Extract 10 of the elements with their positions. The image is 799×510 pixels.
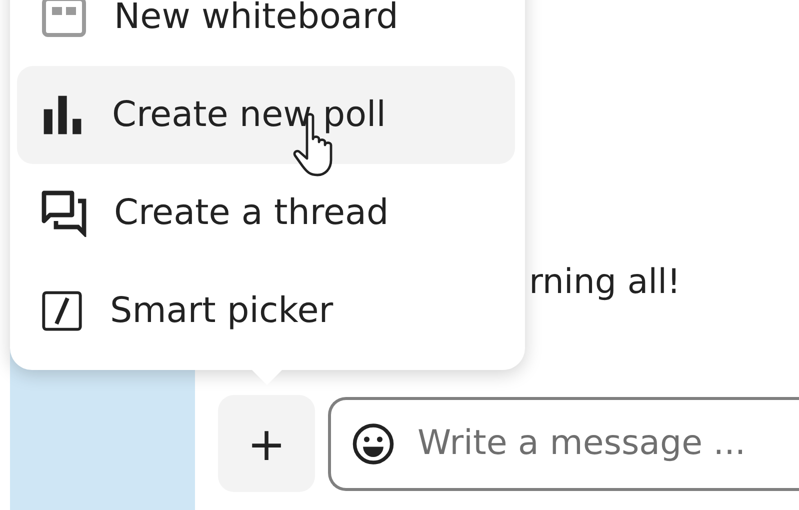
menu-item[interactable]: Create a thread (17, 164, 515, 262)
menu-item[interactable]: New whiteboard (17, 0, 515, 66)
message-text: rning all! (529, 262, 682, 303)
menu-item[interactable]: Create new poll (17, 66, 515, 164)
chat-bubbles-icon (40, 189, 88, 237)
menu-item[interactable]: Smart picker (17, 262, 515, 360)
message-input[interactable]: Write a message ... (415, 417, 799, 470)
message-field[interactable]: Write a message ... (328, 396, 799, 490)
slash-box-icon (40, 289, 84, 333)
add-button[interactable]: + (218, 395, 315, 492)
